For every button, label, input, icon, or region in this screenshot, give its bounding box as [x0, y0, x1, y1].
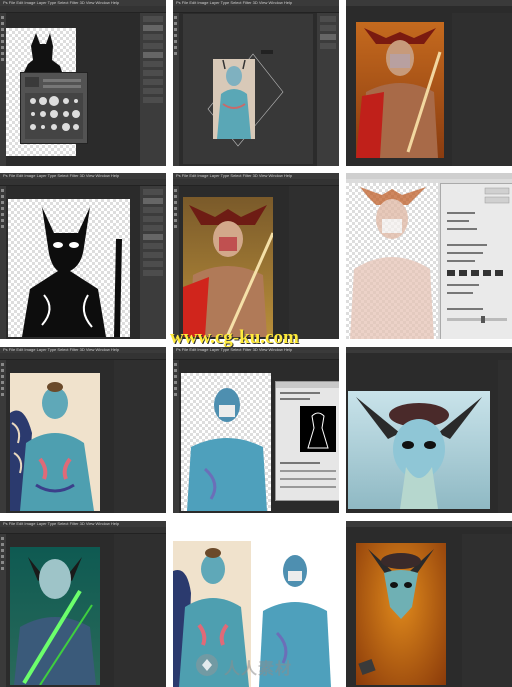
brush-preset-picker[interactable]: [20, 72, 88, 144]
options-bar: [0, 353, 166, 360]
transform-view: [207, 50, 284, 147]
document-canvas[interactable]: [356, 22, 444, 158]
refine-mask-dialog[interactable]: [275, 381, 339, 501]
side-panel[interactable]: [114, 360, 166, 513]
tile-warrior-painting: [346, 0, 512, 166]
toolbox[interactable]: [173, 360, 179, 513]
tile-silhouette-brush-picker: Ps File Edit Image Layer Type Select Fil…: [0, 0, 166, 166]
creature-art: [356, 397, 482, 509]
menubar: [346, 347, 512, 353]
document-canvas[interactable]: [183, 14, 313, 164]
document-canvas[interactable]: [10, 547, 100, 686]
document-canvas[interactable]: [8, 199, 130, 337]
layer-style-dialog[interactable]: [440, 183, 512, 339]
tile-mask-dialog: Ps File Edit Image Layer Type Select Fil…: [173, 347, 339, 513]
side-panel[interactable]: [452, 13, 512, 166]
brush-tips: [25, 77, 83, 139]
tile-orange-creature: [346, 521, 512, 687]
options-bar: [0, 179, 166, 186]
toolbox[interactable]: [173, 186, 179, 339]
options-bar: [0, 6, 166, 13]
tile-warrior-photo: Ps File Edit Image Layer Type Select Fil…: [173, 173, 339, 339]
layers-panel[interactable]: [140, 186, 166, 339]
warrior-art: [183, 205, 275, 338]
tile-layer-style-dialog: [346, 173, 512, 339]
options-bar: [173, 179, 339, 186]
mask-preview: [276, 382, 339, 488]
side-panel[interactable]: [289, 186, 339, 339]
document-canvas[interactable]: [346, 183, 438, 339]
watermark-text: www.cg-ku.com: [170, 327, 299, 348]
silhouette-art: [22, 207, 122, 337]
menubar: [346, 173, 512, 179]
options-bar: [0, 527, 166, 534]
toolbox[interactable]: [0, 186, 6, 339]
menubar: [346, 521, 512, 527]
layers-panel[interactable]: [317, 13, 339, 166]
layers-panel[interactable]: [140, 13, 166, 166]
bodypaint-art: [10, 382, 94, 511]
logo-text: 人人素材: [224, 661, 293, 678]
menubar: [346, 0, 512, 6]
creature-art: [358, 549, 434, 676]
warrior-art: [356, 28, 442, 158]
site-logo: 人人素材: [194, 650, 334, 680]
document-canvas[interactable]: [356, 543, 446, 685]
tile-green-glow-creature: Ps File Edit Image Layer Type Select Fil…: [0, 521, 166, 687]
toolbox[interactable]: [0, 534, 6, 687]
document-canvas[interactable]: [348, 391, 490, 509]
tile-closeup-creature: [346, 347, 512, 513]
dialog-controls: [447, 187, 510, 323]
side-panel[interactable]: [114, 534, 166, 687]
logo-icon: [196, 654, 218, 676]
tile-black-silhouette: Ps File Edit Image Layer Type Select Fil…: [0, 173, 166, 339]
document-canvas[interactable]: [10, 373, 100, 511]
scroll-panel[interactable]: [498, 360, 512, 513]
glow-art: [14, 557, 96, 686]
options-bar: [173, 6, 339, 13]
toolbox[interactable]: [0, 360, 6, 513]
faded-warrior: [350, 187, 434, 339]
options-bar: [173, 353, 339, 360]
side-panel[interactable]: [462, 534, 512, 687]
document-canvas[interactable]: [181, 373, 271, 511]
document-canvas[interactable]: [183, 197, 275, 338]
toolbox[interactable]: [173, 13, 179, 166]
tile-transform-photo: Ps File Edit Image Layer Type Select Fil…: [173, 0, 339, 166]
tile-bodypaint-photo: Ps File Edit Image Layer Type Select Fil…: [0, 347, 166, 513]
masked-figure: [187, 388, 267, 511]
